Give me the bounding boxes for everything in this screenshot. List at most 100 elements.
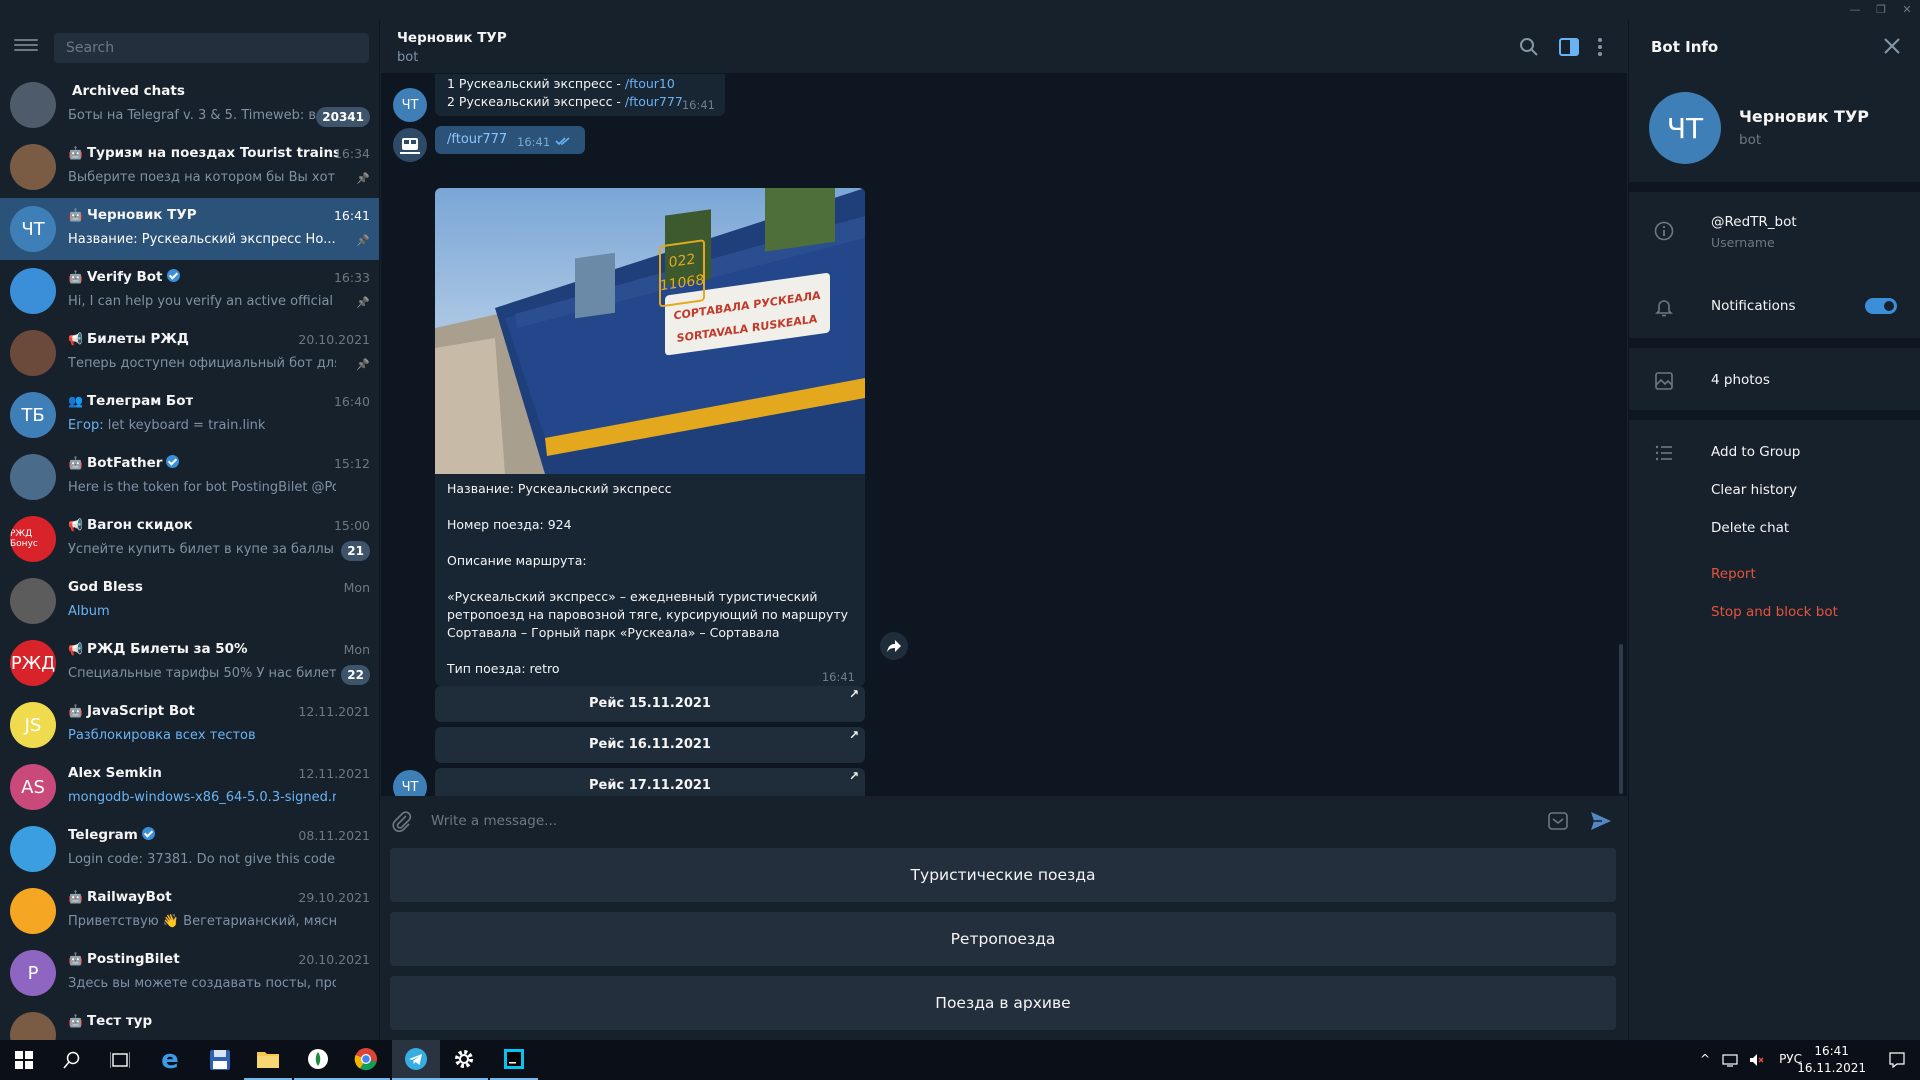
chat-time: 15:00 — [333, 518, 370, 533]
chat-last-message: Разблокировка всех тестов — [68, 728, 256, 743]
close-window-icon[interactable]: ✕ — [1894, 0, 1920, 20]
add-to-group-button[interactable]: Add to Group — [1711, 444, 1800, 460]
close-icon[interactable] — [1882, 36, 1902, 56]
minimize-icon[interactable]: — — [1842, 0, 1868, 20]
unread-badge: 22 — [341, 665, 370, 685]
message-preview: Успейте купить билет в купе за баллы ... — [68, 542, 336, 557]
chat-list-item[interactable]: 🤖 RailwayBot 29.10.2021 Приветствую 👋 Вегет… — [0, 880, 379, 942]
chat-list-item[interactable]: РЖД 📢 РЖД Билеты за 50% Mon Специальные тари… — [0, 632, 379, 694]
taskbar-app-webstorm[interactable] — [490, 1040, 538, 1080]
chat-header[interactable]: Черновик ТУР bot — [381, 20, 1627, 74]
sidebar-toggle-icon[interactable] — [1558, 36, 1580, 58]
inline-button-trip-2[interactable]: Рейс 16.11.2021 ↗ — [435, 727, 865, 763]
inline-button-label: Рейс 16.11.2021 — [589, 737, 711, 752]
chat-avatar: AS — [10, 764, 56, 810]
message-preview: Разблокировка всех тестов — [68, 728, 256, 743]
chat-list-item[interactable]: P 🤖 PostingBilet 20.10.2021 Здесь вы можете … — [0, 942, 379, 1004]
volume-muted-icon[interactable] — [1748, 1052, 1764, 1068]
chat-list-item[interactable]: 📢 Билеты РЖД 20.10.2021 Теперь доступен офи… — [0, 322, 379, 384]
chat-name-text: Alex Semkin — [68, 765, 162, 781]
message-composer — [381, 796, 1627, 846]
bot-profile-avatar[interactable]: ЧТ — [1649, 92, 1721, 164]
system-clock[interactable]: 16:41 16.11.2021 — [1797, 1043, 1866, 1077]
reply-button-tourist-trains[interactable]: Туристические поезда — [390, 848, 1616, 902]
message-input[interactable] — [431, 808, 1431, 834]
forward-button[interactable] — [880, 632, 908, 660]
outgoing-message: /ftour777 16:41 — [435, 126, 585, 154]
chat-list-item[interactable]: ЧТ 🤖 Черновик ТУР 16:41 Название: Рускеальск… — [0, 198, 379, 260]
reply-button-archive-trains[interactable]: Поезда в архиве — [390, 976, 1616, 1030]
task-view-button[interactable] — [96, 1040, 144, 1080]
chat-list-item[interactable]: AS Alex Semkin 12.11.2021 mongodb-windows-x… — [0, 756, 379, 818]
bot-username[interactable]: @RedTR_bot — [1711, 214, 1797, 230]
bot-avatar[interactable]: ЧТ — [393, 770, 427, 796]
chat-list-item[interactable]: ТБ 👥 Телеграм Бот 16:40 Егор: let keyboard =… — [0, 384, 379, 446]
pin-icon: 📌 — [356, 172, 370, 185]
tray-chevron-icon[interactable]: ^ — [1700, 1052, 1710, 1066]
stop-block-bot-button[interactable]: Stop and block bot — [1711, 604, 1838, 620]
attach-icon[interactable] — [391, 810, 413, 832]
reply-button-retro-trains[interactable]: Ретропоезда — [390, 912, 1616, 966]
chat-list-item[interactable]: 🤖 BotFather 15:12 Here is the token for bot… — [0, 446, 379, 508]
caption-line: Сортавала – Горный парк «Рускеала» – Сор… — [447, 625, 780, 640]
chat-list-item[interactable]: JS 🤖 JavaScript Bot 12.11.2021 Разблокировка… — [0, 694, 379, 756]
bot-icon: 🤖 — [68, 1014, 83, 1028]
search-icon[interactable] — [1518, 36, 1540, 58]
bot-info-panel: Bot Info ЧТ Черновик ТУР bot @RedTR_bot … — [1628, 20, 1920, 1040]
search-input[interactable] — [54, 33, 369, 63]
unread-badge: 21 — [341, 541, 370, 561]
taskbar-search-button[interactable] — [48, 1040, 96, 1080]
train-photo[interactable]: СОРТАВАЛА РУСКЕАЛА SORTAVALA RUSKEALA 02… — [435, 188, 865, 474]
command-link[interactable]: /ftour777 — [625, 94, 683, 109]
chat-name-text: РЖД Билеты за 50% — [86, 641, 248, 657]
taskbar-app-telegram[interactable] — [392, 1040, 440, 1080]
message-sender: Егор: — [68, 418, 104, 433]
chat-list-item[interactable]: РЖД Бонус 📢 Вагон скидок 15:00 Успейте купит… — [0, 508, 379, 570]
more-options-icon[interactable] — [1589, 36, 1611, 58]
command-link[interactable]: /ftour10 — [625, 76, 675, 91]
notification-center-icon[interactable] — [1888, 1051, 1906, 1069]
delete-chat-button[interactable]: Delete chat — [1711, 520, 1789, 536]
info-icon — [1654, 221, 1674, 241]
taskbar-app-settings[interactable] — [440, 1040, 488, 1080]
chat-name: God Bless — [68, 579, 143, 595]
taskbar-app-save[interactable] — [196, 1040, 244, 1080]
send-icon[interactable] — [1589, 809, 1613, 833]
command-link[interactable]: /ftour777 — [447, 132, 507, 147]
chat-list-item[interactable]: 🤖 Тест тур — [0, 1004, 379, 1040]
inline-button-trip-3[interactable]: Рейс 17.11.2021 ↗ — [435, 768, 865, 796]
chat-last-message: Специальные тарифы 50% У нас билет ... — [68, 666, 336, 681]
notifications-toggle[interactable] — [1865, 298, 1897, 314]
chat-list-item[interactable]: Archived chats Боты на Telegraf v. 3 & 5.… — [0, 74, 379, 136]
inline-button-trip-1[interactable]: Рейс 15.11.2021 ↗ — [435, 686, 865, 722]
chat-avatar — [10, 888, 56, 934]
taskbar-app-ie[interactable]: e — [146, 1040, 194, 1080]
network-icon[interactable] — [1722, 1052, 1738, 1068]
start-button[interactable] — [0, 1040, 48, 1080]
chat-last-message: Егор: let keyboard = train.link — [68, 418, 265, 433]
chat-list-item[interactable]: 🤖Туризм на поездах Tourist trains Ru...1… — [0, 136, 379, 198]
taskbar-app-green[interactable] — [294, 1040, 342, 1080]
chat-list-item[interactable]: 🤖 Verify Bot 16:33 Hi, I can help you verif… — [0, 260, 379, 322]
divider — [1629, 410, 1920, 420]
report-button[interactable]: Report — [1711, 566, 1756, 582]
taskbar-app-explorer[interactable] — [244, 1040, 292, 1080]
taskbar-app-chrome[interactable] — [342, 1040, 390, 1080]
chat-avatar: РЖД — [10, 640, 56, 686]
chat-time: 12.11.2021 — [298, 766, 370, 781]
user-avatar[interactable] — [393, 128, 427, 162]
chat-name: 🤖 Verify Bot — [68, 269, 180, 285]
chat-list-item[interactable]: Telegram 08.11.2021 Login code: 37381. Do … — [0, 818, 379, 880]
clear-history-button[interactable]: Clear history — [1711, 482, 1797, 498]
chat-last-message: Здесь вы можете создавать посты, просмат… — [68, 976, 336, 991]
hamburger-menu-icon[interactable] — [14, 36, 38, 56]
bot-profile-subtitle: bot — [1739, 132, 1762, 148]
bot-avatar[interactable]: ЧТ — [393, 88, 427, 122]
message-preview: Login code: 37381. Do not give this code… — [68, 852, 336, 867]
photos-link[interactable]: 4 photos — [1711, 372, 1770, 388]
bot-keyboard-icon[interactable] — [1547, 810, 1569, 832]
message-scrollbar[interactable] — [1619, 644, 1623, 794]
chat-list-item[interactable]: God Bless Mon Album — [0, 570, 379, 632]
restore-icon[interactable]: ❐ — [1868, 0, 1894, 20]
chat-title[interactable]: Черновик ТУР — [397, 30, 507, 46]
